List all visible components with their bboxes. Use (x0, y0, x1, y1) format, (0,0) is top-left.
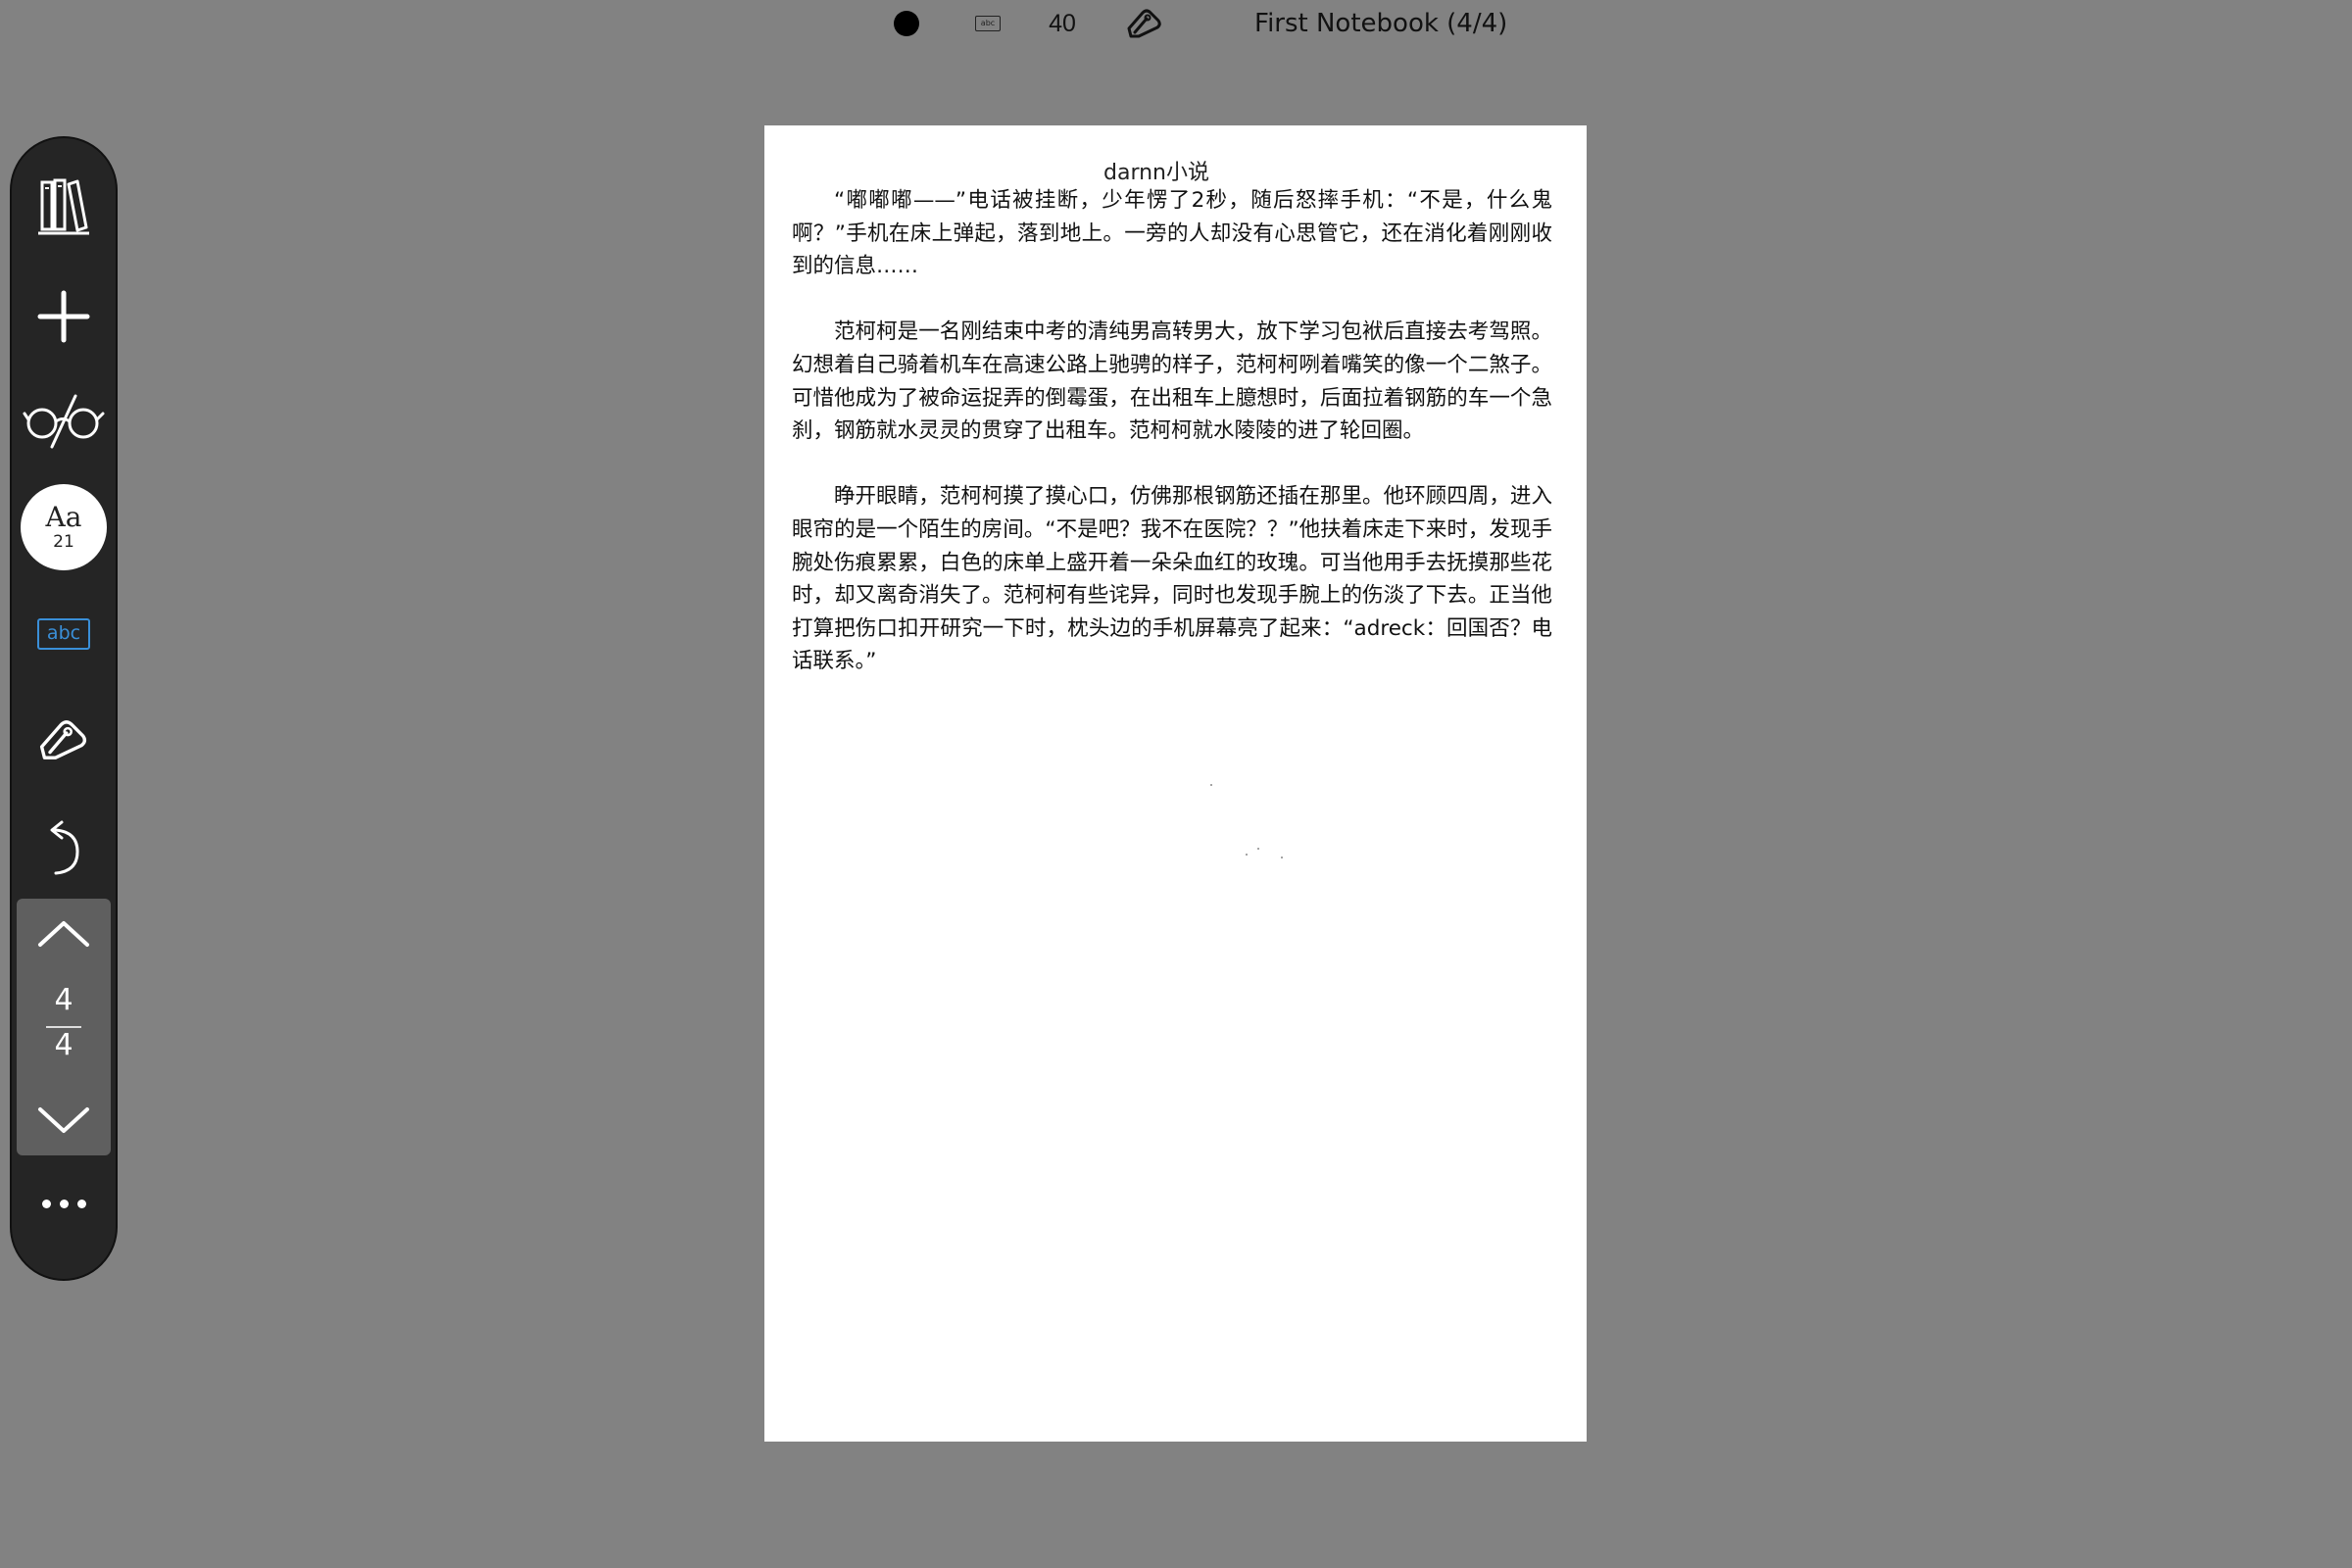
chevron-down-icon (38, 1107, 89, 1133)
pen-tool-icon (1127, 9, 1161, 38)
more-dots-icon (76, 1199, 86, 1208)
add-page-button[interactable] (12, 272, 116, 361)
ink-speck (1281, 857, 1283, 858)
page-down-button[interactable] (17, 1087, 111, 1155)
more-dots-icon (59, 1199, 69, 1208)
more-options-button[interactable] (12, 1174, 116, 1233)
total-page-number: 4 (54, 1028, 74, 1062)
chevron-up-icon (38, 921, 89, 947)
left-toolbar: Aa 21 abc 4 4 (10, 136, 118, 1281)
paragraph: 范柯柯是一名刚结束中考的清纯男高转男大，放下学习包袱后直接去考驾照。幻想着自己骑… (792, 319, 1552, 444)
library-button[interactable] (12, 163, 116, 251)
paragraph: “嘟嘟嘟——”电话被挂断，少年愣了2秒，随后怒摔手机：“不是，什么鬼啊？”手机在… (792, 188, 1552, 279)
page-up-button[interactable] (17, 899, 111, 967)
ink-speck (1246, 854, 1248, 856)
pen-tool-icon (39, 720, 87, 760)
ink-speck (1257, 848, 1259, 850)
pen-tool-button[interactable] (12, 696, 116, 784)
document-body: “嘟嘟嘟——”电话被挂断，少年愣了2秒，随后怒摔手机：“不是，什么鬼啊？”手机在… (792, 184, 1552, 711)
text-mode-indicator[interactable]: abc (973, 0, 1003, 47)
black-dot-icon (894, 11, 919, 36)
pen-size-indicator[interactable]: 40 (1043, 0, 1082, 47)
font-label: Aa (45, 501, 82, 533)
ink-speck (1210, 784, 1212, 786)
pen-color-button[interactable] (893, 0, 920, 47)
undo-button[interactable] (12, 804, 116, 892)
abc-text-icon: abc (37, 618, 90, 650)
document-title: darnn小说 (1103, 161, 1209, 185)
abc-text-icon: abc (975, 16, 1001, 31)
plus-icon (37, 290, 90, 343)
notebook-title: First Notebook (4/4) (1254, 9, 1508, 38)
text-tool-button[interactable]: abc (12, 590, 116, 678)
view-mode-button[interactable] (12, 377, 116, 466)
top-status-bar: abc 40 First Notebook (4/4) (0, 0, 2352, 47)
undo-icon (50, 820, 79, 875)
glasses-icon (23, 394, 105, 449)
font-size-value: 21 (53, 532, 74, 552)
more-dots-icon (41, 1199, 51, 1208)
page-navigator: 4 4 (17, 899, 111, 1155)
notebook-page[interactable]: darnn小说 “嘟嘟嘟——”电话被挂断，少年愣了2秒，随后怒摔手机：“不是，什… (764, 125, 1587, 1442)
font-size-badge: Aa 21 (21, 484, 107, 570)
font-settings-button[interactable]: Aa 21 (12, 483, 116, 571)
pen-tool-indicator[interactable] (1123, 0, 1166, 47)
library-books-icon (38, 178, 89, 235)
current-page-number: 4 (54, 983, 74, 1017)
paragraph: 睁开眼睛，范柯柯摸了摸心口，仿佛那根钢筋还插在那里。他环顾四周，进入眼帘的是一个… (792, 484, 1552, 674)
